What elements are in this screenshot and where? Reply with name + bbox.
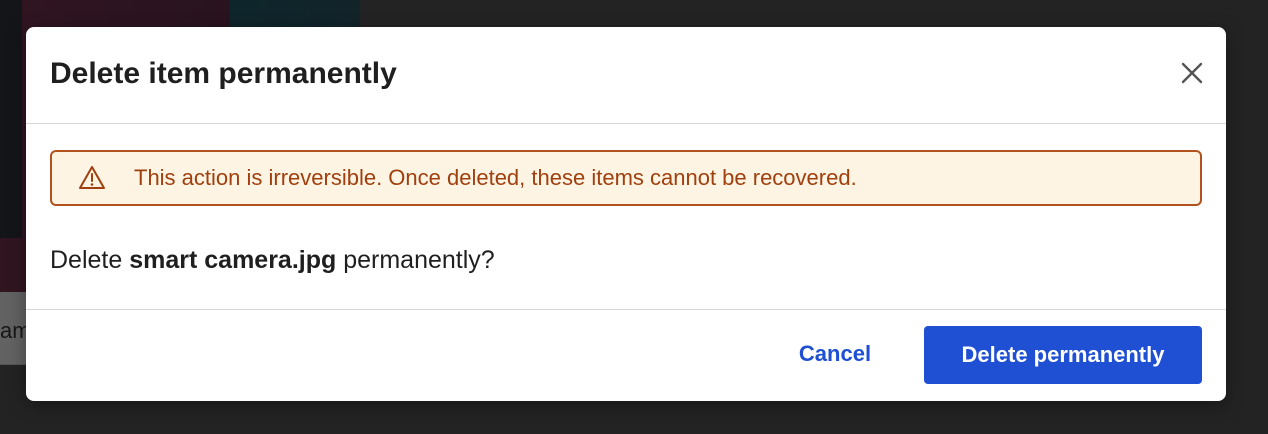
dialog-header: Delete item permanently bbox=[26, 27, 1226, 124]
warning-text: This action is irreversible. Once delete… bbox=[134, 165, 857, 190]
dialog-body: This action is irreversible. Once delete… bbox=[26, 124, 1226, 275]
delete-dialog: Delete item permanently This action is i… bbox=[26, 27, 1226, 401]
cancel-button[interactable]: Cancel bbox=[778, 326, 892, 382]
warning-banner: This action is irreversible. Once delete… bbox=[50, 150, 1202, 206]
dialog-title: Delete item permanently bbox=[50, 57, 397, 90]
close-button[interactable] bbox=[1178, 59, 1206, 87]
dialog-footer: Cancel Delete permanently bbox=[26, 309, 1226, 401]
file-name: smart camera.jpg bbox=[129, 246, 337, 274]
confirmation-question: Delete smart camera.jpg permanently? bbox=[50, 246, 1202, 275]
question-suffix: permanently? bbox=[336, 246, 495, 274]
warning-triangle-icon bbox=[79, 166, 105, 189]
delete-permanently-button[interactable]: Delete permanently bbox=[924, 326, 1202, 384]
question-prefix: Delete bbox=[50, 246, 130, 274]
close-icon bbox=[1181, 62, 1203, 84]
